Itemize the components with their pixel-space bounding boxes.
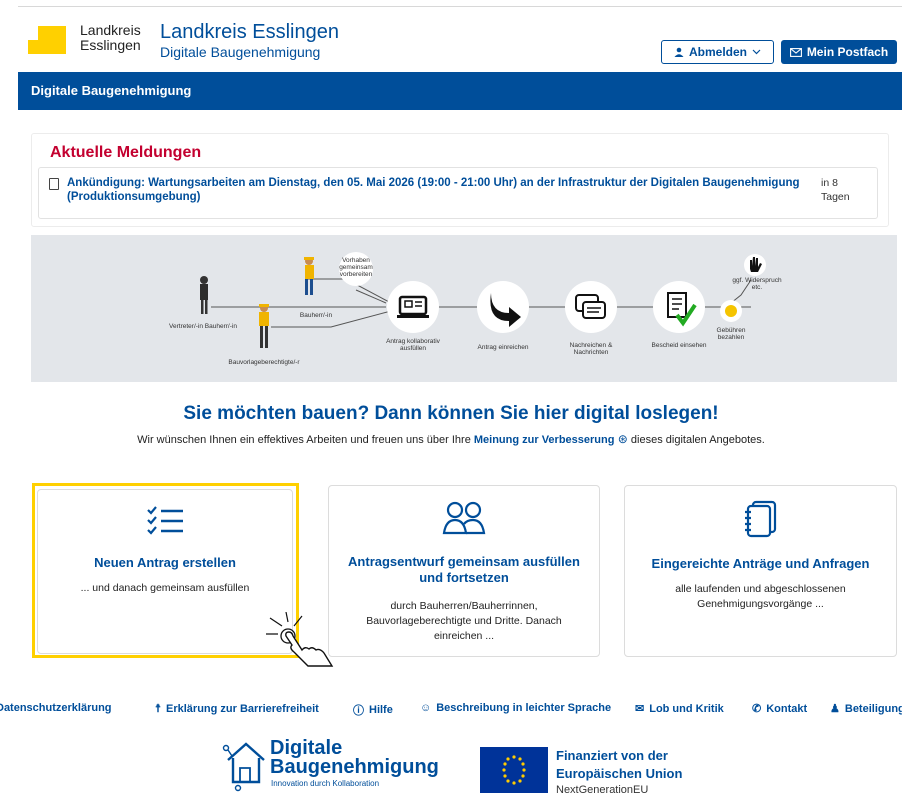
process-banner: Vertreter/-in Bauherr/-in Bauherr/-in Ba… (31, 235, 897, 382)
eu-text-line3: NextGenerationEU (556, 784, 649, 796)
person-bauvorlage (259, 304, 269, 348)
news-item-date: in 8 Tagen (821, 177, 850, 203)
label-bauvorlage: Bauvorlageberechtigte/-r (228, 359, 300, 366)
footer-links: Datenschutzerklärung ☨ Erklärung zur Barr… (0, 700, 902, 718)
card-description: durch Bauherren/Bauherrinnen, Bauvorlage… (366, 600, 562, 642)
mailbox-label: Mein Postfach (806, 45, 889, 59)
footer-link-feedback[interactable]: ✉ Lob und Kritik (635, 702, 724, 716)
landkreis-logo[interactable] (28, 22, 68, 58)
baugenehmigung-logo-icon[interactable] (222, 738, 268, 792)
arrow-circle-icon: ⊛ (614, 432, 628, 446)
card-title: Neuen Antrag erstellen (94, 555, 236, 570)
footer-logo-tagline: Innovation durch Kollaboration (271, 779, 380, 788)
users-icon (442, 501, 486, 535)
site-subtitle: Digitale Baugenehmigung (160, 44, 321, 60)
person-bauherr (304, 257, 314, 295)
card-submitted-applications[interactable]: Eingereichte Anträge und Anfragen alle l… (624, 485, 897, 657)
card-title: Antragsentwurf gemeinsam ausfüllen und f… (348, 554, 580, 585)
list-icon (147, 506, 183, 535)
news-item-link[interactable]: Ankündigung: Wartungsarbeiten am Diensta… (67, 176, 817, 204)
envelope-icon: ✉ (635, 703, 645, 715)
footer-link-easy-language[interactable]: ☺ Beschreibung in leichter Sprache (420, 702, 611, 714)
page-header: Landkreis Esslingen Landkreis Esslingen … (0, 12, 902, 72)
news-heading: Aktuelle Meldungen (50, 144, 202, 161)
card-new-application[interactable]: Neuen Antrag erstellen ... und danach ge… (37, 489, 293, 654)
help-icon: ⓘ (353, 705, 364, 717)
label-step3: Nachreichen & Nachrichten (569, 342, 613, 356)
accessibility-icon: ☨ (155, 703, 161, 715)
card-title: Eingereichte Anträge und Anfragen (651, 556, 870, 571)
pointer-hand-icon (266, 612, 334, 667)
logo-text: Landkreis Esslingen (80, 22, 141, 53)
eu-text-line1: Finanziert von der (556, 748, 668, 763)
label-step1: Antrag kollaborativ ausfüllen (386, 338, 440, 352)
site-title[interactable]: Landkreis Esslingen (160, 21, 339, 43)
document-icon (49, 178, 59, 190)
top-divider (18, 6, 902, 7)
participation-icon: ♟ (830, 703, 840, 715)
label-vertreter: Vertreter/-in Bauherr/-in (169, 323, 237, 330)
footer-logo-line1: Digitale (270, 737, 343, 759)
card-draft-application[interactable]: Antragsentwurf gemeinsam ausfüllen und f… (328, 485, 600, 657)
label-vorhaben: Vorhaben gemeinsam vorbereiten (339, 257, 373, 278)
footer-link-participation[interactable]: ♟ Beteiligung (830, 702, 902, 716)
navbar-title[interactable]: Digitale Baugenehmigung (31, 83, 191, 98)
mail-icon (789, 47, 802, 57)
user-icon (674, 47, 684, 57)
footer-link-privacy[interactable]: Datenschutzerklärung (0, 702, 112, 714)
intro-text: Wir wünschen Ihnen ein effektives Arbeit… (137, 432, 765, 446)
intro-headline: Sie möchten bauen? Dann können Sie hier … (183, 403, 719, 424)
main-navbar: Digitale Baugenehmigung (18, 72, 902, 110)
footer-link-help[interactable]: ⓘ Hilfe (353, 702, 393, 718)
smile-icon: ☺ (420, 702, 432, 714)
chevron-down-icon (752, 49, 761, 55)
card-description: alle laufenden und abgeschlossenen Geneh… (675, 583, 846, 610)
footer-logo-line2: Baugenehmigung (270, 756, 439, 778)
mailbox-button[interactable]: Mein Postfach (781, 40, 897, 64)
documents-icon (744, 500, 776, 538)
logout-button[interactable]: Abmelden (661, 40, 774, 64)
eu-text-line2: Europäischen Union (556, 766, 683, 781)
label-gebuehren: Gebühren bezahlen (716, 327, 746, 341)
logout-label: Abmelden (688, 45, 747, 59)
footer-link-accessibility[interactable]: ☨ Erklärung zur Barrierefreiheit (155, 702, 319, 716)
label-step2: Antrag einreichen (477, 344, 529, 351)
news-item[interactable]: Ankündigung: Wartungsarbeiten am Diensta… (38, 167, 878, 219)
label-bauherr: Bauherr/-in (299, 312, 333, 319)
news-box: Aktuelle Meldungen Ankündigung: Wartungs… (31, 133, 889, 227)
process-diagram (200, 252, 766, 348)
feedback-link[interactable]: Meinung zur Verbesserung (474, 434, 615, 446)
label-step4: Bescheid einsehen (651, 342, 707, 349)
phone-icon: ✆ (752, 703, 762, 715)
label-widerspruch: ggf. Widerspruch etc. (732, 277, 782, 291)
person-vertreter (200, 276, 208, 314)
card-description: ... und danach gemeinsam ausfüllen (80, 582, 250, 594)
footer-link-contact[interactable]: ✆ Kontakt (752, 702, 807, 716)
eu-flag-icon (480, 747, 548, 793)
